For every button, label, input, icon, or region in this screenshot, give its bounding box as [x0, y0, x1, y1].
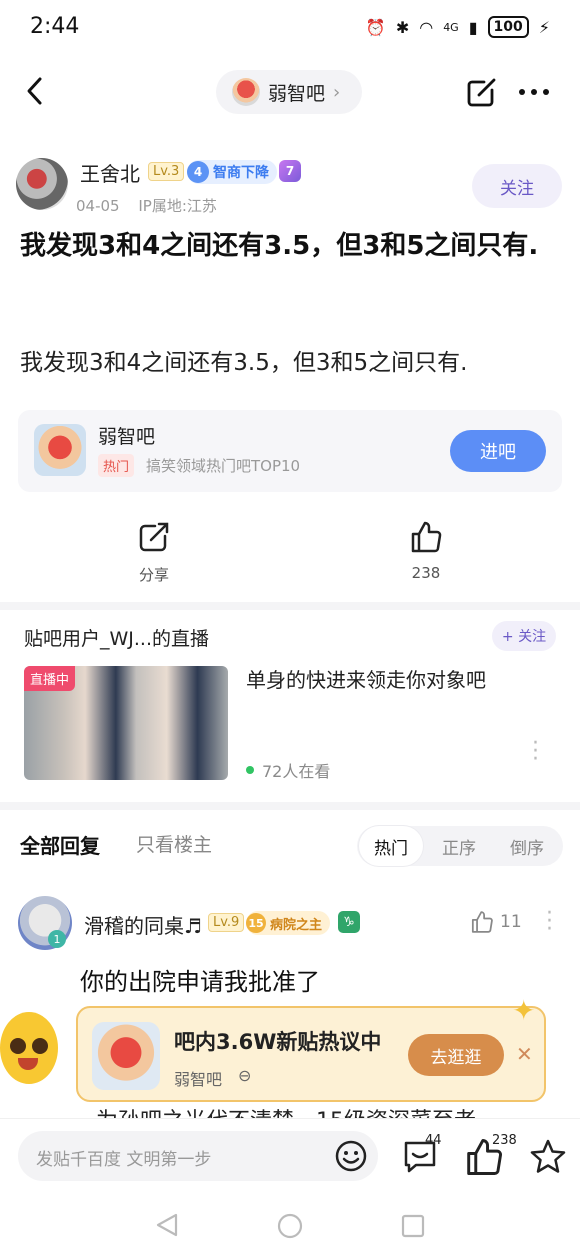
- author-level-badge: Lv.3: [148, 162, 185, 181]
- signal-icon: ▮: [468, 17, 478, 37]
- share-label: 分享: [138, 566, 169, 584]
- bottom-like-count: 238: [492, 1133, 517, 1148]
- charging-icon: ⚡: [538, 17, 550, 37]
- post-meta: 04-05 IP属地:江苏: [76, 195, 217, 216]
- post-title: 我发现3和4之间还有3.5，但3和5之间只有.: [20, 231, 539, 261]
- comment-count: 44: [425, 1133, 442, 1148]
- follow-button[interactable]: 关注: [472, 164, 562, 208]
- reply-title-badge: 15 病院之主: [246, 911, 331, 935]
- post-body: 我发现3和4之间还有3.5，但3和5之间只有.: [20, 350, 468, 376]
- reply-text: 你的出院申请我批准了: [80, 968, 320, 996]
- close-icon[interactable]: ✕: [516, 1042, 533, 1066]
- battery-indicator: 100: [487, 16, 529, 38]
- star-eyes-emoji-icon: [0, 1012, 58, 1084]
- reply-level-badge: Lv.9: [208, 913, 245, 932]
- author-title-badge: 4 智商下降: [187, 160, 277, 184]
- viewer-count: 72人在看: [262, 762, 331, 781]
- chevron-right-icon: ›: [333, 81, 341, 103]
- alarm-icon: ⏰: [365, 17, 386, 37]
- sort-hot[interactable]: 热门: [359, 826, 423, 866]
- bluetooth-icon: ✱: [395, 17, 410, 37]
- zodiac-icon: ♑: [338, 911, 360, 933]
- sort-segment: 热门 正序 倒序: [357, 826, 563, 866]
- ring-icon: ⊖: [238, 1066, 252, 1085]
- share-action[interactable]: 分享: [114, 520, 194, 585]
- post-ip: IP属地:江苏: [138, 197, 217, 215]
- top-nav: 弱智吧 ›: [0, 60, 580, 122]
- system-nav-bar: [0, 1194, 580, 1257]
- live-follow-button[interactable]: + 关注: [492, 621, 556, 651]
- hot-tag: 热门: [98, 454, 135, 477]
- status-icons: ⏰ ✱ ◠ 4G ▮ 100 ⚡: [366, 16, 550, 38]
- enter-forum-button[interactable]: 进吧: [450, 430, 546, 472]
- more-icon[interactable]: [518, 88, 550, 96]
- promo-title: 吧内3.6W新贴热议中: [174, 1030, 382, 1054]
- reply-badge-text: 病院之主: [270, 917, 323, 933]
- section-divider: [0, 802, 580, 810]
- live-tag: 直播中: [24, 666, 76, 691]
- home-circle-icon[interactable]: [276, 1212, 304, 1240]
- reply-input[interactable]: 发贴千百度 文明第一步: [18, 1131, 378, 1181]
- sparkle-icon: ✦: [512, 994, 536, 1027]
- network-label: 4G: [443, 20, 459, 34]
- forum-card-name: 弱智吧: [98, 426, 156, 448]
- live-more-icon[interactable]: · · ·: [532, 733, 539, 771]
- thumbs-up-icon: [471, 911, 493, 933]
- live-dot-icon: [246, 766, 254, 774]
- back-triangle-icon[interactable]: [154, 1212, 180, 1238]
- tab-all-replies[interactable]: 全部回复: [20, 830, 100, 859]
- promo-go-button[interactable]: 去逛逛: [408, 1034, 504, 1076]
- emoji-icon[interactable]: [334, 1139, 368, 1173]
- promo-banner[interactable]: 吧内3.6W新贴热议中 弱智吧 ⊖ 去逛逛 ✕: [76, 1006, 546, 1102]
- forum-card[interactable]: 弱智吧 热门 搞笑领域热门吧TOP10 进吧: [18, 410, 562, 492]
- forum-pill-name: 弱智吧: [268, 82, 326, 105]
- edit-icon[interactable]: [466, 76, 498, 108]
- author-avatar[interactable]: [16, 158, 68, 210]
- reply-input-placeholder: 发贴千百度 文明第一步: [36, 1150, 212, 1170]
- title-badge-text: 智商下降: [213, 165, 269, 181]
- forum-card-subtitle: 搞笑领域热门吧TOP10: [146, 457, 301, 475]
- like-count: 238: [411, 564, 441, 582]
- recents-square-icon[interactable]: [400, 1213, 426, 1239]
- like-action[interactable]: 238: [386, 520, 466, 582]
- reply-partial-text: 为孙吧之光代不清楚，15级资深菜至老: [96, 1104, 566, 1118]
- live-title[interactable]: 贴吧用户_WJ...的直播: [24, 624, 209, 651]
- promo-forum-name: 弱智吧: [174, 1070, 223, 1089]
- reply-more-icon[interactable]: · · ·: [546, 903, 553, 941]
- reply-like[interactable]: 11: [470, 910, 522, 934]
- share-icon: [139, 522, 169, 552]
- back-icon[interactable]: [24, 76, 46, 106]
- forum-pill[interactable]: 弱智吧 ›: [216, 70, 362, 114]
- wifi-icon: ◠: [419, 17, 434, 37]
- live-caption[interactable]: 单身的快进来领走你对象吧: [246, 664, 486, 693]
- forum-avatar: [232, 78, 260, 106]
- author-gem-badge: 7: [279, 160, 301, 182]
- reply-badge-number: 15: [246, 913, 266, 933]
- author-name[interactable]: 王舍北: [80, 158, 140, 187]
- bottom-bar: 发贴千百度 文明第一步 44 238: [0, 1118, 580, 1194]
- star-icon[interactable]: [528, 1137, 568, 1177]
- forum-card-avatar: [34, 424, 86, 476]
- status-bar: 2:44 ⏰ ✱ ◠ 4G ▮ 100 ⚡: [0, 0, 580, 58]
- section-divider: [0, 602, 580, 610]
- sort-asc[interactable]: 正序: [427, 826, 491, 866]
- status-time: 2:44: [30, 14, 80, 39]
- live-viewers: 72人在看: [246, 758, 330, 782]
- live-thumbnail[interactable]: 直播中: [24, 666, 228, 780]
- reply-avatar-level: 1: [48, 930, 66, 948]
- reply-like-count: 11: [500, 912, 522, 932]
- post-date: 04-05: [76, 197, 120, 215]
- promo-forum-avatar: [92, 1022, 160, 1090]
- thumbs-up-icon: [411, 521, 442, 553]
- title-badge-number: 4: [187, 161, 209, 183]
- reply-author-name[interactable]: 滑稽的同桌♬: [84, 910, 202, 939]
- tab-owner-only[interactable]: 只看楼主: [136, 830, 212, 857]
- sort-desc[interactable]: 倒序: [495, 826, 559, 866]
